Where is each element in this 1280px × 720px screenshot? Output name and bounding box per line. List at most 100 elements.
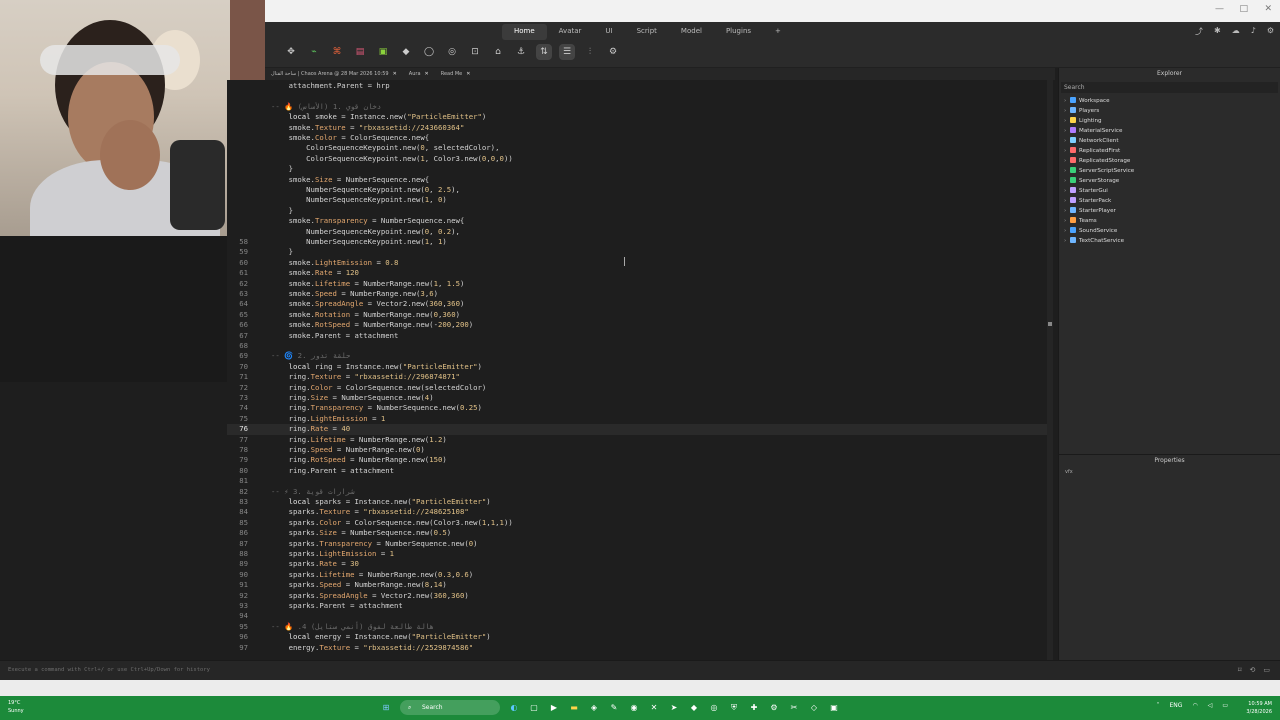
explorer-item[interactable]: › ServerScriptService — [1059, 166, 1280, 176]
close-tab-icon[interactable]: ✕ — [425, 71, 429, 77]
wifi-icon[interactable]: ◠ — [1192, 702, 1197, 709]
start-icon[interactable]: ⊞ — [380, 702, 392, 714]
material-icon[interactable]: ◯ — [423, 46, 435, 58]
terrain-icon[interactable]: ⌁ — [308, 46, 320, 58]
explorer-item[interactable]: › MaterialService — [1059, 126, 1280, 136]
image-icon[interactable]: ▤ — [354, 46, 366, 58]
code-line[interactable]: 90 sparks.Lifetime = NumberRange.new(0.3… — [227, 570, 1053, 580]
code-line[interactable]: 60 smoke.LightEmission = 0.8 — [227, 258, 1053, 268]
close-tab-icon[interactable]: ✕ — [466, 71, 470, 77]
chrome-icon[interactable]: ◎ — [708, 702, 720, 714]
game-icon[interactable]: ◆ — [688, 702, 700, 714]
properties-filter-input[interactable]: vfx — [1065, 469, 1280, 475]
code-line[interactable]: 80 ring.Parent = attachment — [227, 466, 1053, 476]
code-line[interactable]: 67 smoke.Parent = attachment — [227, 331, 1053, 341]
share-icon[interactable]: ⤴ — [1195, 26, 1203, 37]
code-line[interactable]: 78 ring.Speed = NumberRange.new(0) — [227, 445, 1053, 455]
code-line[interactable]: 66 smoke.RotSpeed = NumberRange.new(-200… — [227, 320, 1053, 330]
code-line[interactable]: } — [227, 206, 1053, 216]
code-line[interactable]: 64 smoke.SpreadAngle = Vector2.new(360,3… — [227, 299, 1053, 309]
document-tab[interactable]: ساحة القتال | Chaos Arena @ 28 Mar 2026 … — [265, 71, 403, 77]
roblox-icon[interactable]: ◇ — [808, 702, 820, 714]
document-tab[interactable]: Read Me ✕ — [435, 71, 477, 77]
document-tab[interactable]: Aura ✕ — [403, 71, 435, 77]
code-line[interactable]: 88 sparks.LightEmission = 1 — [227, 549, 1053, 559]
bookmark-icon[interactable]: ⌑ — [1238, 666, 1242, 674]
studio-icon[interactable]: ▣ — [828, 702, 840, 714]
close-icon[interactable]: ✕ — [1264, 4, 1272, 14]
notes-icon[interactable]: ✂ — [788, 702, 800, 714]
code-line[interactable] — [227, 91, 1053, 101]
explorer-item[interactable]: › Teams — [1059, 216, 1280, 226]
code-line[interactable]: 59 } — [227, 247, 1053, 257]
code-line[interactable]: NumberSequenceKeypoint.new(1, 0) — [227, 195, 1053, 205]
code-line[interactable]: 79 ring.RotSpeed = NumberRange.new(150) — [227, 455, 1053, 465]
ribbon-tab[interactable]: Avatar — [547, 24, 594, 40]
ribbon-tab[interactable]: UI — [593, 24, 624, 40]
code-line[interactable]: 96 local energy = Instance.new("Particle… — [227, 632, 1053, 642]
explorer-item[interactable]: › Workspace — [1059, 96, 1280, 106]
code-line[interactable]: 92 sparks.SpreadAngle = Vector2.new(360,… — [227, 591, 1053, 601]
anchor-icon[interactable]: ⚓ — [515, 46, 527, 58]
taskbar-search[interactable]: ⌕ Search — [400, 700, 500, 715]
code-line[interactable]: 97 energy.Texture = "rbxassetid://252987… — [227, 643, 1053, 653]
code-line[interactable]: 83 local sparks = Instance.new("Particle… — [227, 497, 1053, 507]
code-line[interactable]: 89 sparks.Rate = 30 — [227, 559, 1053, 569]
volume-icon[interactable]: ◁ — [1208, 702, 1213, 709]
code-line[interactable]: NumberSequenceKeypoint.new(0, 0.2), — [227, 227, 1053, 237]
code-line[interactable]: } — [227, 164, 1053, 174]
ribbon-tab[interactable]: Script — [625, 24, 669, 40]
code-line[interactable]: 75 ring.LightEmission = 1 — [227, 414, 1053, 424]
code-line[interactable]: 65 smoke.Rotation = NumberRange.new(0,36… — [227, 310, 1053, 320]
ribbon-tab[interactable]: Model — [669, 24, 714, 40]
code-line[interactable]: ColorSequenceKeypoint.new(0, selectedCol… — [227, 143, 1053, 153]
xbox-icon[interactable]: ✕ — [648, 702, 660, 714]
code-line[interactable]: 68 — [227, 341, 1053, 351]
shield-icon[interactable]: ⛨ — [728, 702, 740, 714]
ribbon-tab[interactable]: Home — [502, 24, 547, 40]
code-line[interactable]: 63 smoke.Speed = NumberRange.new(3,6) — [227, 289, 1053, 299]
code-line[interactable]: 61 smoke.Rate = 120 — [227, 268, 1053, 278]
close-tab-icon[interactable]: ✕ — [393, 71, 397, 77]
code-line[interactable]: 70 local ring = Instance.new("ParticleEm… — [227, 362, 1053, 372]
explorer-item[interactable]: › NetworkClient — [1059, 136, 1280, 146]
minimize-icon[interactable]: — — [1215, 4, 1224, 14]
edge-icon[interactable]: ◐ — [508, 702, 520, 714]
app-icon[interactable]: ◉ — [628, 702, 640, 714]
code-line[interactable]: smoke.Texture = "rbxassetid://243660364" — [227, 123, 1053, 133]
settings-icon[interactable]: ⚙ — [1267, 26, 1274, 37]
explorer-item[interactable]: › StarterPlayer — [1059, 206, 1280, 216]
tools-icon[interactable]: ✱ — [1214, 26, 1221, 37]
code-line[interactable]: 62 smoke.Lifetime = NumberRange.new(1, 1… — [227, 279, 1053, 289]
group-icon[interactable]: ⊡ — [469, 46, 481, 58]
code-line[interactable]: smoke.Transparency = NumberSequence.new{ — [227, 216, 1053, 226]
history-icon[interactable]: ⟲ — [1250, 666, 1256, 674]
bell-icon[interactable]: ♪ — [1251, 26, 1256, 37]
explorer-search-input[interactable]: Search — [1061, 82, 1278, 93]
code-line[interactable]: 81 — [227, 476, 1053, 486]
explorer-item[interactable]: › TextChatService — [1059, 236, 1280, 246]
code-line[interactable]: 72 ring.Color = ColorSequence.new(select… — [227, 383, 1053, 393]
code-line[interactable]: 94 — [227, 611, 1053, 621]
cloud-icon[interactable]: ☁ — [1232, 26, 1240, 37]
move-icon[interactable]: ✥ — [285, 46, 297, 58]
code-line[interactable]: 82 -- ⚡ شرارات قوية .3 — [227, 487, 1053, 497]
editor-scrollbar-thumb[interactable] — [1048, 322, 1052, 326]
code-line[interactable]: 93 sparks.Parent = attachment — [227, 601, 1053, 611]
maximize-icon[interactable]: □ — [1239, 4, 1248, 14]
command-input[interactable]: Execute a command with Ctrl+/ or use Ctr… — [8, 667, 210, 673]
folder-icon[interactable]: ▬ — [568, 702, 580, 714]
explorer-item[interactable]: › ServerStorage — [1059, 176, 1280, 186]
code-line[interactable]: NumberSequenceKeypoint.new(0, 2.5), — [227, 185, 1053, 195]
code-line[interactable]: 87 sparks.Transparency = NumberSequence.… — [227, 539, 1053, 549]
chevron-up-icon[interactable]: ˄ — [1157, 702, 1160, 709]
editor-scrollbar[interactable] — [1047, 80, 1053, 660]
color-icon[interactable]: ◎ — [446, 46, 458, 58]
explorer-item[interactable]: › StarterPack — [1059, 196, 1280, 206]
ribbon-tab[interactable]: Plugins — [714, 24, 763, 40]
code-line[interactable]: 91 sparks.Speed = NumberRange.new(8,14) — [227, 580, 1053, 590]
align-icon[interactable]: ⇅ — [536, 44, 552, 60]
code-line[interactable]: 77 ring.Lifetime = NumberRange.new(1.2) — [227, 435, 1053, 445]
script-editor[interactable]: attachment.Parent = hrp -- 🔥 (الأساس) دخا… — [227, 80, 1053, 660]
code-line[interactable]: smoke.Color = ColorSequence.new{ — [227, 133, 1053, 143]
